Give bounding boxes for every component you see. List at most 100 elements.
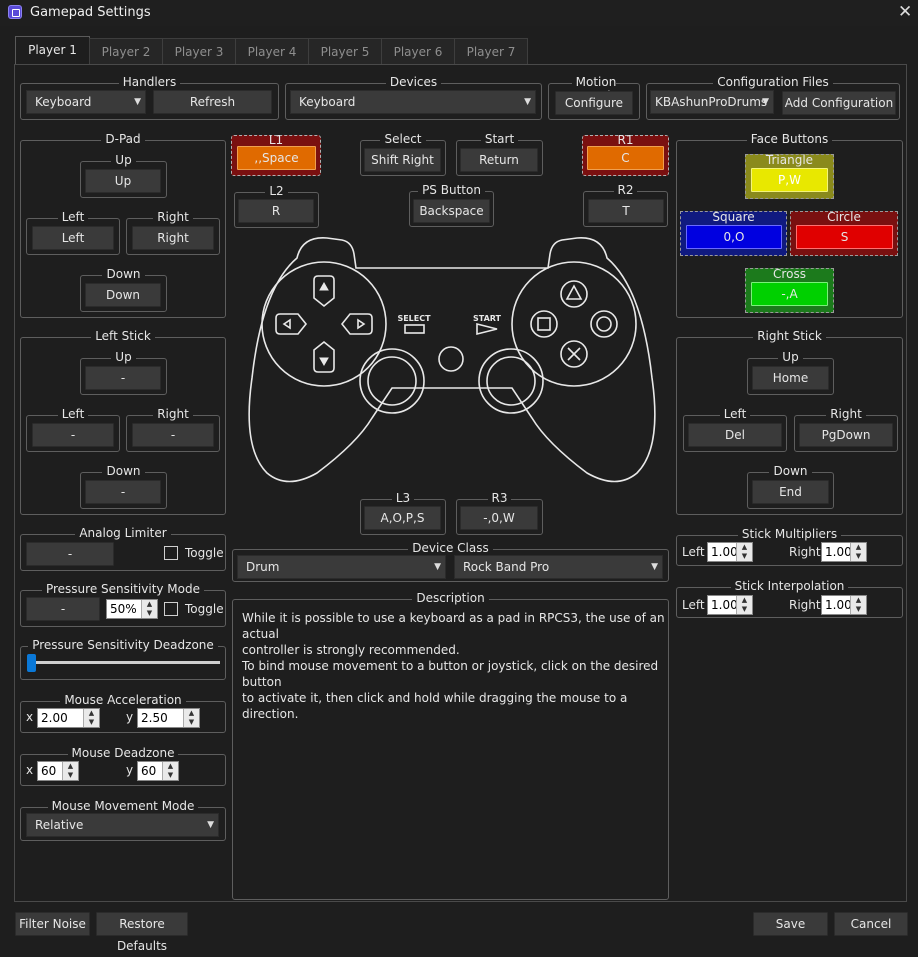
stick-interp-left-value: 1.00	[711, 598, 738, 612]
stick-interp-left-label: Left	[682, 598, 705, 612]
mouse-deadzone-x-spinbox[interactable]: 60 ▲ ▼	[37, 761, 79, 781]
right-stick-up-button[interactable]: Home	[752, 366, 829, 390]
spin-arrows-icon[interactable]: ▲ ▼	[62, 762, 78, 780]
spin-arrows-icon[interactable]: ▲ ▼	[850, 543, 866, 561]
square-button[interactable]: 0,O	[686, 225, 782, 249]
cross-button[interactable]: -,A	[751, 282, 828, 306]
description-text: While it is possible to use a keyboard a…	[242, 610, 666, 722]
mouse-accel-x-label: x	[26, 710, 34, 724]
mouse-accel-y-spinbox[interactable]: 2.50 ▲ ▼	[137, 708, 200, 728]
start-button[interactable]: Return	[460, 148, 538, 172]
tab-player-6[interactable]: Player 6	[381, 38, 455, 64]
right-stick-left-button[interactable]: Del	[688, 423, 782, 447]
triangle-icon	[565, 284, 583, 300]
pressure-deadzone-slider-handle[interactable]	[27, 654, 36, 672]
ps-button-shape	[438, 346, 464, 372]
close-icon[interactable]: ✕	[898, 2, 912, 22]
spin-arrows-icon[interactable]: ▲ ▼	[83, 709, 99, 727]
stick-multipliers-label: Stick Multipliers	[737, 527, 842, 541]
left-stick-up-button[interactable]: -	[85, 366, 161, 390]
dpad-right-button[interactable]: Right	[132, 226, 214, 250]
device-select[interactable]: Keyboard ▼	[290, 90, 536, 114]
l3-button[interactable]: A,O,P,S	[364, 506, 441, 530]
r1-button[interactable]: C	[587, 146, 664, 170]
l3-label: L3	[391, 491, 415, 505]
filter-noise-button[interactable]: Filter Noise	[15, 912, 90, 936]
add-configuration-button[interactable]: Add Configuration	[782, 91, 896, 115]
tab-player-5[interactable]: Player 5	[308, 38, 382, 64]
pressure-mode-button[interactable]: -	[26, 597, 100, 621]
right-stick-down-button[interactable]: End	[752, 480, 829, 504]
mouse-movement-mode-label: Mouse Movement Mode	[47, 799, 199, 813]
ls-right-label: Right	[153, 407, 193, 421]
mouse-accel-x-spinbox[interactable]: 2.00 ▲ ▼	[37, 708, 100, 728]
spin-arrows-icon[interactable]: ▲ ▼	[141, 600, 157, 618]
mouse-movement-mode-select[interactable]: Relative ▼	[26, 813, 219, 837]
mouse-deadzone-label: Mouse Deadzone	[67, 746, 179, 760]
analog-limiter-toggle-checkbox[interactable]	[164, 546, 178, 560]
configuration-files-label: Configuration Files	[713, 75, 833, 89]
r2-button[interactable]: T	[588, 199, 664, 223]
l1-button[interactable]: ,,Space	[237, 146, 316, 170]
device-class-value: Drum	[246, 560, 280, 574]
stick-mult-right-spinbox[interactable]: 1.00 ▲ ▼	[821, 542, 867, 562]
pressure-deadzone-track	[28, 661, 220, 664]
restore-defaults-button[interactable]: Restore Defaults	[96, 912, 188, 953]
stick-mult-left-spinbox[interactable]: 1.00 ▲ ▼	[707, 542, 753, 562]
mouse-deadzone-y-spinbox[interactable]: 60 ▲ ▼	[137, 761, 179, 781]
mouse-deadzone-x-value: 60	[41, 764, 57, 778]
handler-select[interactable]: Keyboard ▼	[26, 90, 146, 114]
left-stick-left-button[interactable]: -	[32, 423, 114, 447]
dpad-up-label: Up	[111, 153, 136, 167]
select-button[interactable]: Shift Right	[364, 148, 441, 172]
left-stick-right-button[interactable]: -	[132, 423, 214, 447]
spin-arrows-icon[interactable]: ▲ ▼	[736, 596, 752, 614]
device-class-label: Device Class	[408, 541, 493, 555]
save-button[interactable]: Save	[753, 912, 828, 936]
mouse-deadzone-x-label: x	[26, 763, 34, 777]
dpad-down-button[interactable]: Down	[85, 283, 161, 307]
window-title: Gamepad Settings	[30, 5, 151, 20]
triangle-button[interactable]: P,W	[751, 168, 828, 192]
analog-limiter-button[interactable]: -	[26, 542, 114, 566]
dpad-left-button[interactable]: Left	[32, 226, 114, 250]
motion-configure-button[interactable]: Configure	[555, 91, 633, 115]
device-subclass-select[interactable]: Rock Band Pro ▼	[454, 555, 663, 579]
device-class-select[interactable]: Drum ▼	[237, 555, 446, 579]
chevron-down-icon: ▼	[651, 562, 658, 572]
chevron-down-icon: ▼	[524, 97, 531, 107]
circle-button[interactable]: S	[796, 225, 893, 249]
right-stick-right-button[interactable]: PgDown	[799, 423, 893, 447]
cancel-button[interactable]: Cancel	[834, 912, 908, 936]
gamepad-body	[248, 237, 656, 483]
mouse-deadzone-y-label: y	[126, 763, 134, 777]
tab-player-4[interactable]: Player 4	[235, 38, 309, 64]
spin-arrows-icon[interactable]: ▲ ▼	[850, 596, 866, 614]
dpad-up-button[interactable]: Up	[85, 169, 161, 193]
pressure-mode-toggle-checkbox[interactable]	[164, 602, 178, 616]
devices-label: Devices	[385, 75, 442, 89]
stick-interp-left-spinbox[interactable]: 1.00 ▲ ▼	[707, 595, 753, 615]
config-file-select[interactable]: KBAshunProDrums ▼	[650, 90, 774, 114]
dpad-left-label: Left	[57, 210, 89, 224]
r3-button[interactable]: -,0,W	[460, 506, 538, 530]
tab-player-1[interactable]: Player 1	[15, 36, 90, 65]
circle-label: Circle	[827, 210, 861, 224]
dpad-right-label: Right	[153, 210, 193, 224]
spin-arrows-icon[interactable]: ▲ ▼	[162, 762, 178, 780]
ps-button[interactable]: Backspace	[413, 199, 490, 223]
circle-icon	[596, 316, 612, 332]
l2-button[interactable]: R	[238, 199, 314, 223]
tab-player-7[interactable]: Player 7	[454, 38, 528, 64]
dpad-down-label: Down	[102, 267, 145, 281]
pressure-percent-spinbox[interactable]: 50% ▲ ▼	[106, 599, 158, 619]
description-line-3: To bind mouse movement to a button or jo…	[242, 659, 659, 689]
refresh-button[interactable]: Refresh	[153, 90, 272, 114]
tab-player-3[interactable]: Player 3	[162, 38, 236, 64]
left-stick-down-button[interactable]: -	[85, 480, 161, 504]
spin-arrows-icon[interactable]: ▲ ▼	[183, 709, 199, 727]
right-stick-label: Right Stick	[753, 329, 826, 343]
spin-arrows-icon[interactable]: ▲ ▼	[736, 543, 752, 561]
stick-interp-right-spinbox[interactable]: 1.00 ▲ ▼	[821, 595, 867, 615]
tab-player-2[interactable]: Player 2	[89, 38, 163, 64]
